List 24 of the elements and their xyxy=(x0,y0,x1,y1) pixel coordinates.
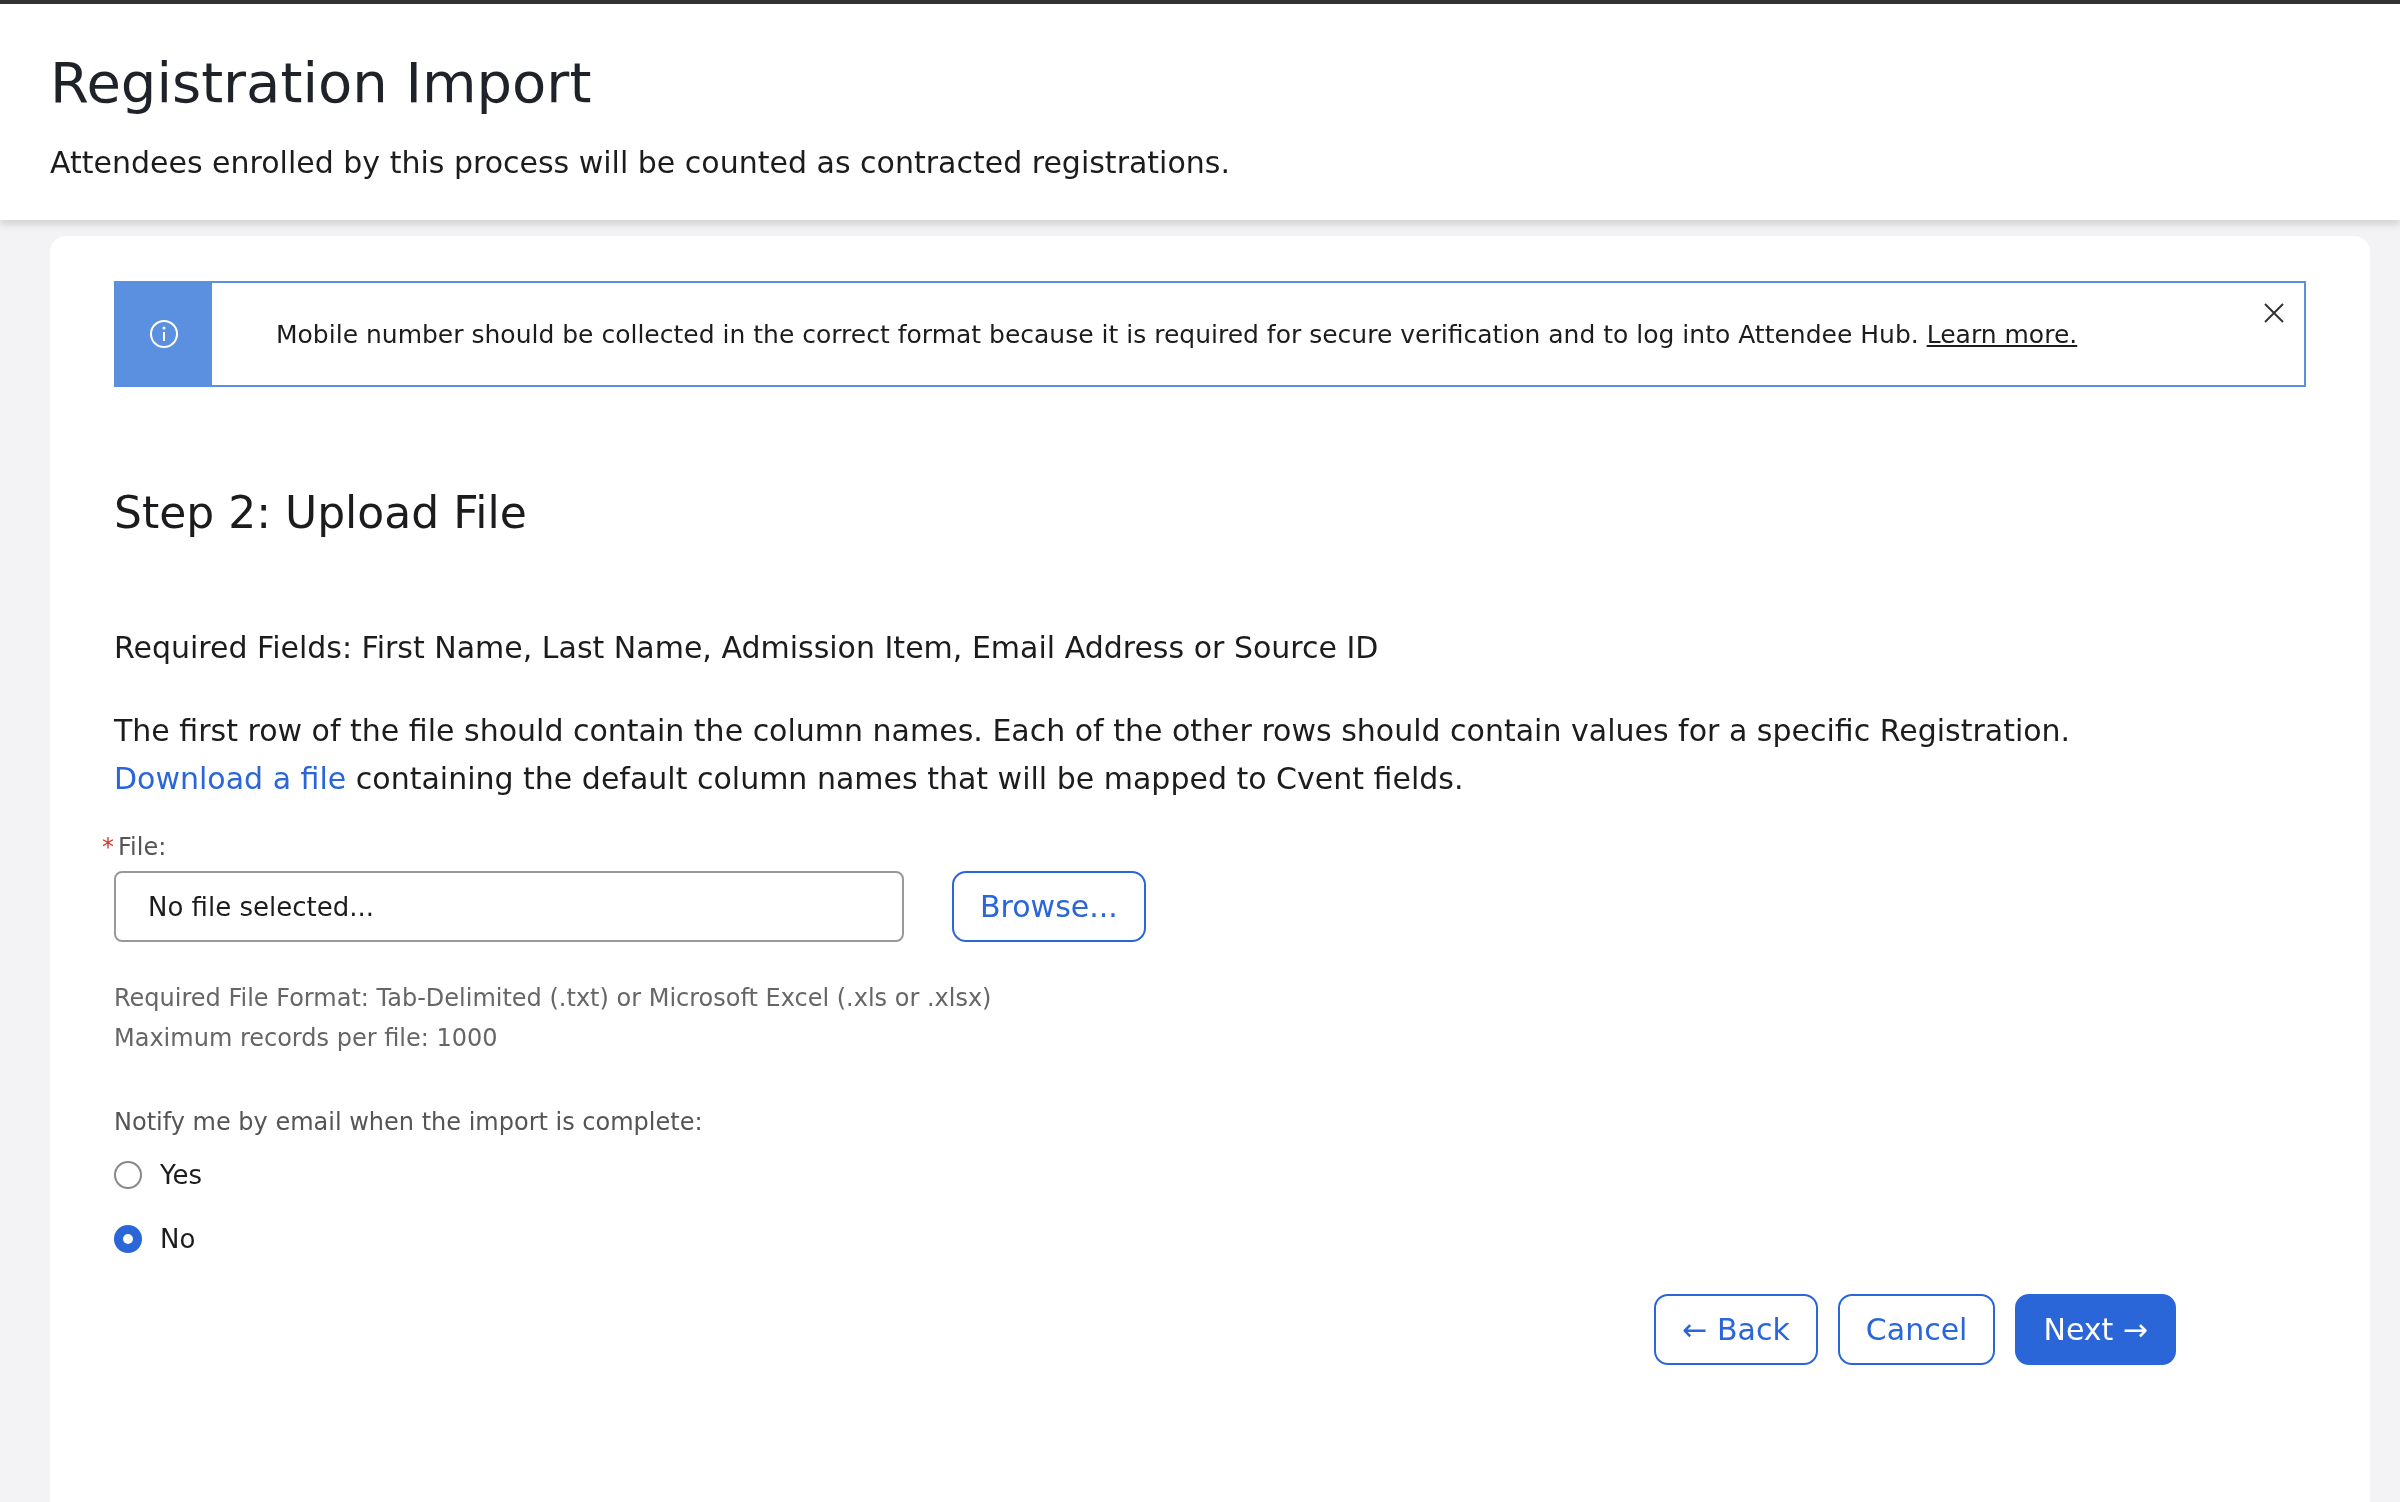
action-button[interactable]: ← Back xyxy=(1654,1294,1818,1365)
browse-button[interactable]: Browse... xyxy=(952,871,1146,942)
page-title: Registration Import xyxy=(50,50,593,115)
radio-label: Yes xyxy=(160,1160,202,1190)
radio-button[interactable] xyxy=(114,1161,142,1189)
notify-label: Notify me by email when the import is complete: xyxy=(114,1108,704,1136)
required-fields-text: Required Fields: First Name, Last Name, Admission Item, Email Address or Source ID xyxy=(114,630,1380,665)
page-subtitle: Attendees enrolled by this process will be counted as contracted registrations. xyxy=(50,145,1231,180)
file-label: File: xyxy=(118,833,167,861)
download-link[interactable]: Download a file xyxy=(114,761,347,796)
file-input[interactable]: No file selected... xyxy=(114,871,904,942)
banner-message: Mobile number should be collected in the correct format because it is required for secure verification and to log into Attendee Hub. Learn more. xyxy=(276,319,2078,349)
close-icon[interactable] xyxy=(2262,301,2286,325)
radio-button[interactable] xyxy=(114,1225,142,1253)
step-heading: Step 2: Upload File xyxy=(114,487,528,538)
action-button[interactable]: Cancel xyxy=(1837,1294,1996,1365)
help-text: Required File Format: Tab-Delimited (.txt) or Microsoft Excel (.xls or .xlsx) xyxy=(114,984,993,1012)
instructions-text: The first row of the file should contain the column names. Each of the other rows should contain values for a specific Registration. Download a file containing the default column names that will be mapped to Cvent fields. xyxy=(114,712,2072,798)
info-icon xyxy=(149,319,179,349)
required-mark: * xyxy=(102,833,114,861)
learn-more-link[interactable]: Learn more. xyxy=(1926,319,2078,349)
radio-label: No xyxy=(160,1224,196,1254)
help-text: Maximum records per file: 1000 xyxy=(114,1024,499,1052)
action-button[interactable]: Next → xyxy=(2015,1294,2176,1365)
